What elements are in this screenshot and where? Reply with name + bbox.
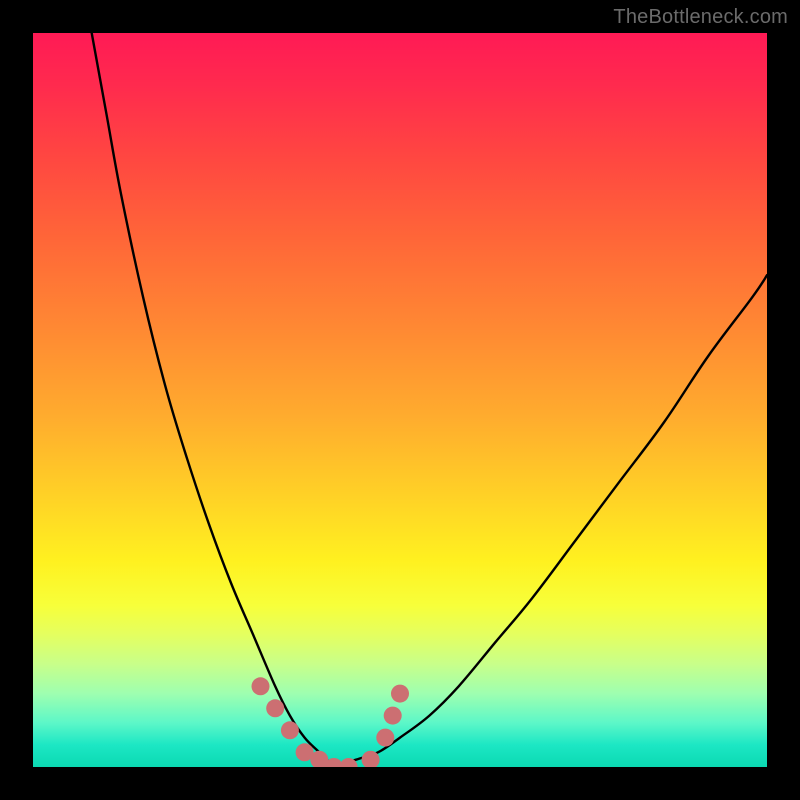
marker-dot [376,729,394,747]
marker-dot [266,699,284,717]
marker-dot [281,721,299,739]
marker-dot [252,677,270,695]
marker-dot [391,685,409,703]
chart-stage: TheBottleneck.com [0,0,800,800]
bottleneck-curve [33,33,767,767]
marker-dot [384,707,402,725]
plot-area [33,33,767,767]
watermark-text: TheBottleneck.com [613,6,788,29]
optimal-zone-markers [252,677,410,767]
curve-left-branch [92,33,334,767]
